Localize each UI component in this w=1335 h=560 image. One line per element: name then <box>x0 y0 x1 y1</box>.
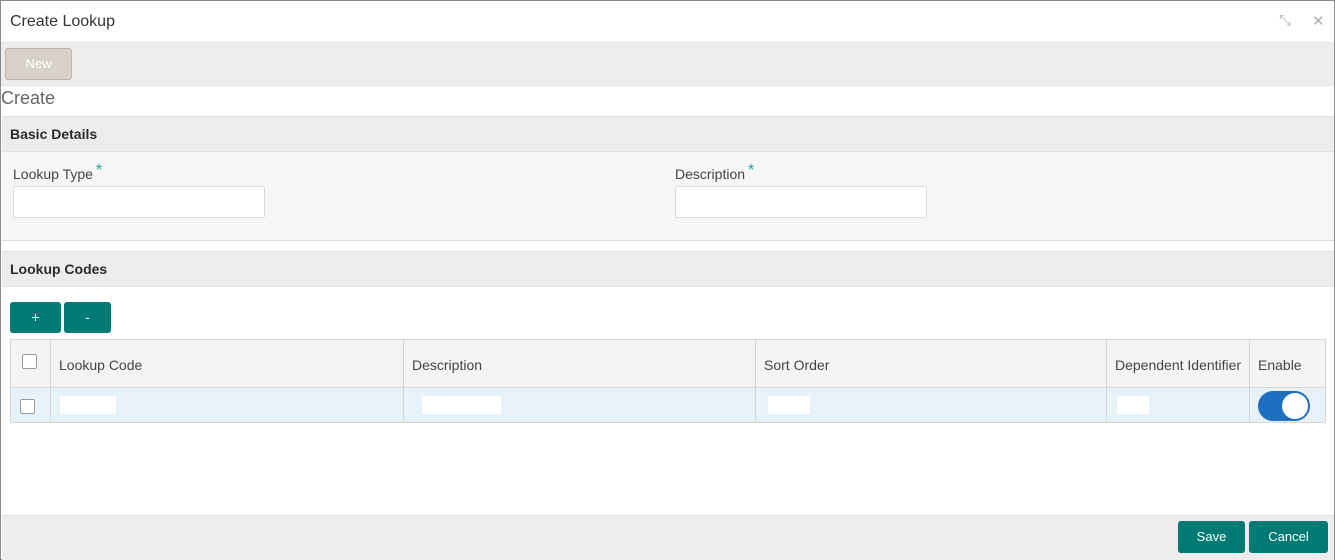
lookup-codes-header: Lookup Codes <box>2 251 1334 287</box>
column-header-dependent-identifier[interactable]: Dependent Identifier <box>1107 340 1250 387</box>
minimize-icon[interactable]: ⤡ <box>1279 12 1291 29</box>
column-header-enable[interactable]: Enable <box>1250 340 1325 387</box>
add-row-button[interactable]: + <box>10 302 61 333</box>
redacted-value <box>680 194 772 212</box>
column-header-lookup-code[interactable]: Lookup Code <box>51 340 404 387</box>
required-marker: * <box>748 162 755 179</box>
cell-dependent-identifier[interactable] <box>1107 388 1250 422</box>
lookup-type-label: Lookup Type * <box>13 162 102 184</box>
new-button[interactable]: New <box>5 48 72 80</box>
title-bar: Create Lookup ⤡ ✕ <box>1 1 1334 43</box>
basic-details-header: Basic Details <box>2 116 1334 152</box>
column-sort-order-label: Sort Order <box>764 357 830 373</box>
lookup-codes-panel: + - Lookup Code Description Sort Order D… <box>2 287 1334 515</box>
column-lookup-code-label: Lookup Code <box>59 357 143 373</box>
sort-order-value <box>768 396 810 414</box>
lookup-code-value <box>60 396 116 414</box>
column-description-label: Description <box>412 357 483 373</box>
description-label: Description * <box>675 162 754 184</box>
cancel-button[interactable]: Cancel <box>1249 521 1328 553</box>
toggle-knob <box>1282 393 1308 419</box>
column-dependent-identifier-label: Dependent Identifier <box>1115 357 1242 373</box>
footer-bar: Save Cancel <box>2 515 1334 560</box>
cell-description[interactable] <box>404 388 756 422</box>
basic-details-panel: Lookup Type * Description * <box>2 152 1334 241</box>
cell-lookup-code[interactable] <box>51 388 404 422</box>
description-input[interactable] <box>675 186 927 218</box>
select-all-cell <box>11 340 51 387</box>
save-button[interactable]: Save <box>1178 521 1245 553</box>
cell-sort-order[interactable] <box>756 388 1107 422</box>
column-header-description[interactable]: Description <box>404 340 756 387</box>
redacted-value <box>18 194 76 212</box>
enable-toggle[interactable] <box>1258 391 1310 421</box>
lookup-type-label-text: Lookup Type <box>13 166 93 182</box>
lookup-type-input[interactable] <box>13 186 265 218</box>
table-row[interactable] <box>11 388 1325 422</box>
required-marker: * <box>95 162 103 179</box>
dependent-identifier-value <box>1117 396 1149 414</box>
row-checkbox[interactable] <box>20 399 35 414</box>
window-title: Create Lookup <box>10 13 115 30</box>
select-all-checkbox[interactable] <box>22 354 37 369</box>
lookup-codes-grid: Lookup Code Description Sort Order Depen… <box>10 339 1326 423</box>
remove-row-button[interactable]: - <box>64 302 111 333</box>
lookup-codes-title: Lookup Codes <box>10 261 108 277</box>
column-header-sort-order[interactable]: Sort Order <box>756 340 1107 387</box>
grid-header-row: Lookup Code Description Sort Order Depen… <box>11 340 1325 388</box>
create-lookup-window: Create Lookup ⤡ ✕ New Create Basic Detai… <box>0 0 1335 560</box>
row-select-cell <box>11 388 51 422</box>
close-icon[interactable]: ✕ <box>1312 12 1325 30</box>
row-description-value <box>422 396 501 414</box>
column-enable-label: Enable <box>1258 357 1302 373</box>
basic-details-title: Basic Details <box>10 126 98 142</box>
mode-label: Create <box>1 88 56 108</box>
description-label-text: Description <box>675 166 746 182</box>
toolbar: New <box>1 43 1334 86</box>
